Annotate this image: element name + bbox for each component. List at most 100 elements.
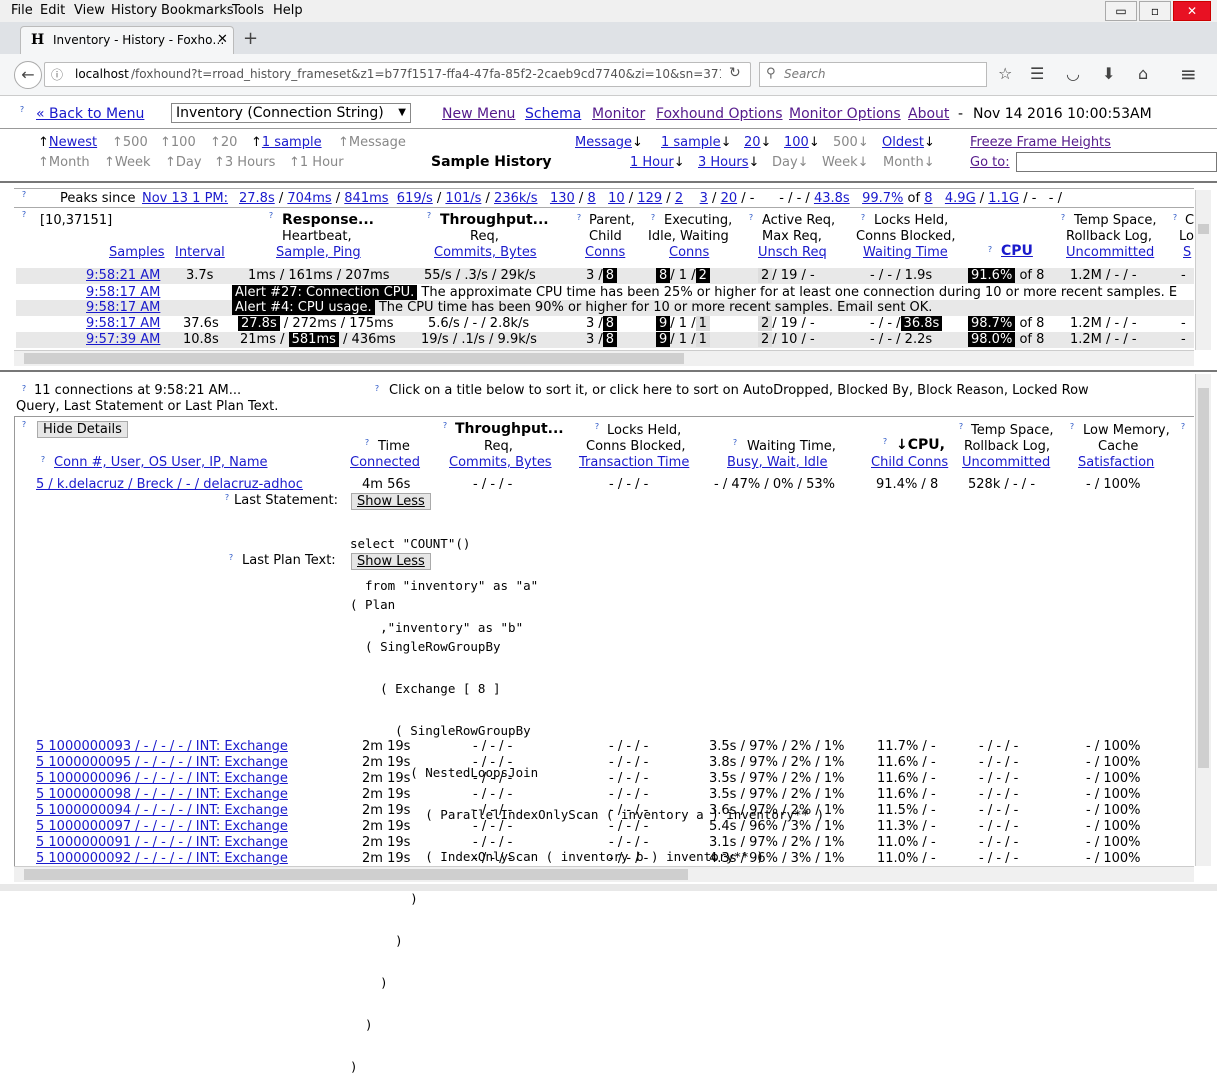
help-icon[interactable]: ? [19,210,29,220]
minimize-icon[interactable]: ▭ [1105,1,1137,21]
connections-vertical-scrollbar[interactable] [1195,374,1211,866]
help-icon[interactable]: ? [1067,422,1077,432]
new-tab-icon[interactable]: + [243,28,258,49]
help-icon[interactable]: ? [1058,213,1068,223]
peak-value[interactable]: 99.7% [862,191,903,206]
col-active-link[interactable]: Unsch Req [758,245,827,260]
r-20-link[interactable]: 20 [744,135,761,150]
back-to-menu-link[interactable]: « Back to Menu [36,106,144,122]
search-box[interactable]: ⚲ Search [759,62,987,87]
col-throughput-title[interactable]: Throughput... [440,212,549,228]
help-icon[interactable]: ? [440,421,450,431]
newest-link[interactable]: Newest [49,135,97,150]
goto-input[interactable] [1016,152,1217,172]
help-icon[interactable]: ? [730,438,740,448]
reader-list-icon[interactable]: ☰ [1030,64,1044,83]
col-locks-link[interactable]: Waiting Time [863,245,948,260]
col-temp-link[interactable]: Uncommitted [962,455,1050,470]
help-icon[interactable]: ? [226,553,236,563]
col-samples-link[interactable]: Samples [109,245,165,260]
col-parent-link[interactable]: Conns [585,245,625,260]
peak-value[interactable]: 43.8s [814,191,850,206]
goto-link[interactable]: Go to: [970,155,1010,170]
samples-vertical-scrollbar[interactable] [1195,190,1211,350]
help-icon[interactable]: ? [592,422,602,432]
r-3-hours-link[interactable]: 3 Hours [698,155,749,170]
help-icon[interactable]: ? [1178,422,1188,432]
sample-time-link[interactable]: 9:57:39 AM [86,332,160,347]
peak-value[interactable]: 129 [637,191,662,206]
peak-value[interactable]: 841ms [344,191,388,206]
samples-horizontal-scrollbar[interactable] [14,350,1194,366]
menu-history[interactable]: History [111,3,157,18]
col-cpu-link[interactable]: Child Conns [871,455,948,470]
tab-close-icon[interactable]: ✕ [217,32,228,47]
hamburger-menu-icon[interactable]: ≡ [1180,62,1197,86]
show-less-button[interactable]: Show Less [351,493,431,510]
peak-value[interactable]: 8 [924,191,932,206]
help-icon[interactable]: ? [222,493,232,503]
peak-value[interactable]: 4.9G [945,191,976,206]
nav-r-1-hour[interactable]: 1 Hour↓ [630,155,685,170]
home-icon[interactable]: ⌂ [1138,64,1148,83]
col-throughput-title[interactable]: Throughput... [455,421,564,437]
connection-link[interactable]: 5 / k.delacruz / Breck / - / delacruz-ad… [36,477,303,492]
menu-help[interactable]: Help [273,3,303,18]
scroll-thumb[interactable] [24,869,688,880]
scroll-thumb[interactable] [1198,224,1209,234]
help-icon[interactable]: ? [266,211,276,221]
scroll-thumb[interactable] [24,353,684,364]
reload-icon[interactable]: ↻ [729,65,741,81]
browser-tab[interactable]: H Inventory - History - Foxho… ✕ [20,26,234,54]
col-throughput-link[interactable]: Commits, Bytes [449,455,552,470]
r-oldest-link[interactable]: Oldest [882,135,924,150]
col-cpu[interactable]: ↓CPU, [896,437,945,453]
show-less-button[interactable]: Show Less [351,553,431,570]
r-message-link[interactable]: Message [575,135,632,150]
hide-details-button[interactable]: Hide Details [37,421,128,438]
col-temp-link[interactable]: Uncommitted [1066,245,1154,260]
col-response-link[interactable]: Sample, Ping [276,245,361,260]
menu-file[interactable]: File [11,3,33,18]
download-icon[interactable]: ⬇ [1102,64,1115,83]
help-icon[interactable]: ? [574,213,584,223]
col-time-link[interactable]: Connected [350,455,420,470]
col-lowmem-link[interactable]: Satisfaction [1078,455,1154,470]
col-cut-link[interactable]: S [1183,245,1191,260]
help-icon[interactable]: ? [17,105,27,115]
peaks-since-link[interactable]: Nov 13 1 PM: [142,191,228,206]
help-icon[interactable]: ? [1170,213,1180,223]
foxhound-options-link[interactable]: Foxhound Options [656,106,783,122]
menu-bookmarks[interactable]: Bookmarks [161,3,234,18]
help-icon[interactable]: ? [19,190,29,200]
help-icon[interactable]: ? [19,384,29,394]
help-icon[interactable]: ? [372,384,382,394]
help-icon[interactable]: ? [746,213,756,223]
connection-link[interactable]: 5 1000000098 / - / - / - / INT: Exchange [36,787,288,802]
peak-value[interactable]: 8 [587,191,595,206]
sample-time-link[interactable]: 9:58:17 AM [86,316,160,331]
about-link[interactable]: About [908,106,949,122]
peak-value[interactable]: 704ms [287,191,331,206]
peak-value[interactable]: 3 [700,191,708,206]
bookmark-star-icon[interactable]: ☆ [998,64,1012,83]
sort-hint-2[interactable]: Query, Last Statement or Last Plan Text. [16,399,278,414]
one-sample-link[interactable]: 1 sample [262,135,322,150]
url-bar[interactable]: ⓘ localhost /foxhound?t=rroad_history_fr… [44,62,751,87]
nav-r-message[interactable]: Message↓ [575,135,643,150]
r-100-link[interactable]: 100 [784,135,809,150]
peak-value[interactable]: 10 [608,191,625,206]
help-icon[interactable]: ? [880,437,890,447]
col-throughput-link[interactable]: Commits, Bytes [434,245,537,260]
r-1-hour-link[interactable]: 1 Hour [630,155,674,170]
sample-time-link[interactable]: 9:58:17 AM [86,300,160,315]
col-locks-link[interactable]: Transaction Time [579,455,689,470]
r-one-sample-link[interactable]: 1 sample [661,135,721,150]
help-icon[interactable]: ? [648,213,658,223]
col-wait-link[interactable]: Busy, Wait, Idle [727,455,828,470]
help-icon[interactable]: ? [19,420,29,430]
nav-one-sample[interactable]: ↑1 sample [251,135,322,150]
peak-value[interactable]: 619/s [397,191,433,206]
sample-time-link[interactable]: 9:58:21 AM [86,268,160,283]
col-exec-link[interactable]: Conns [669,245,709,260]
